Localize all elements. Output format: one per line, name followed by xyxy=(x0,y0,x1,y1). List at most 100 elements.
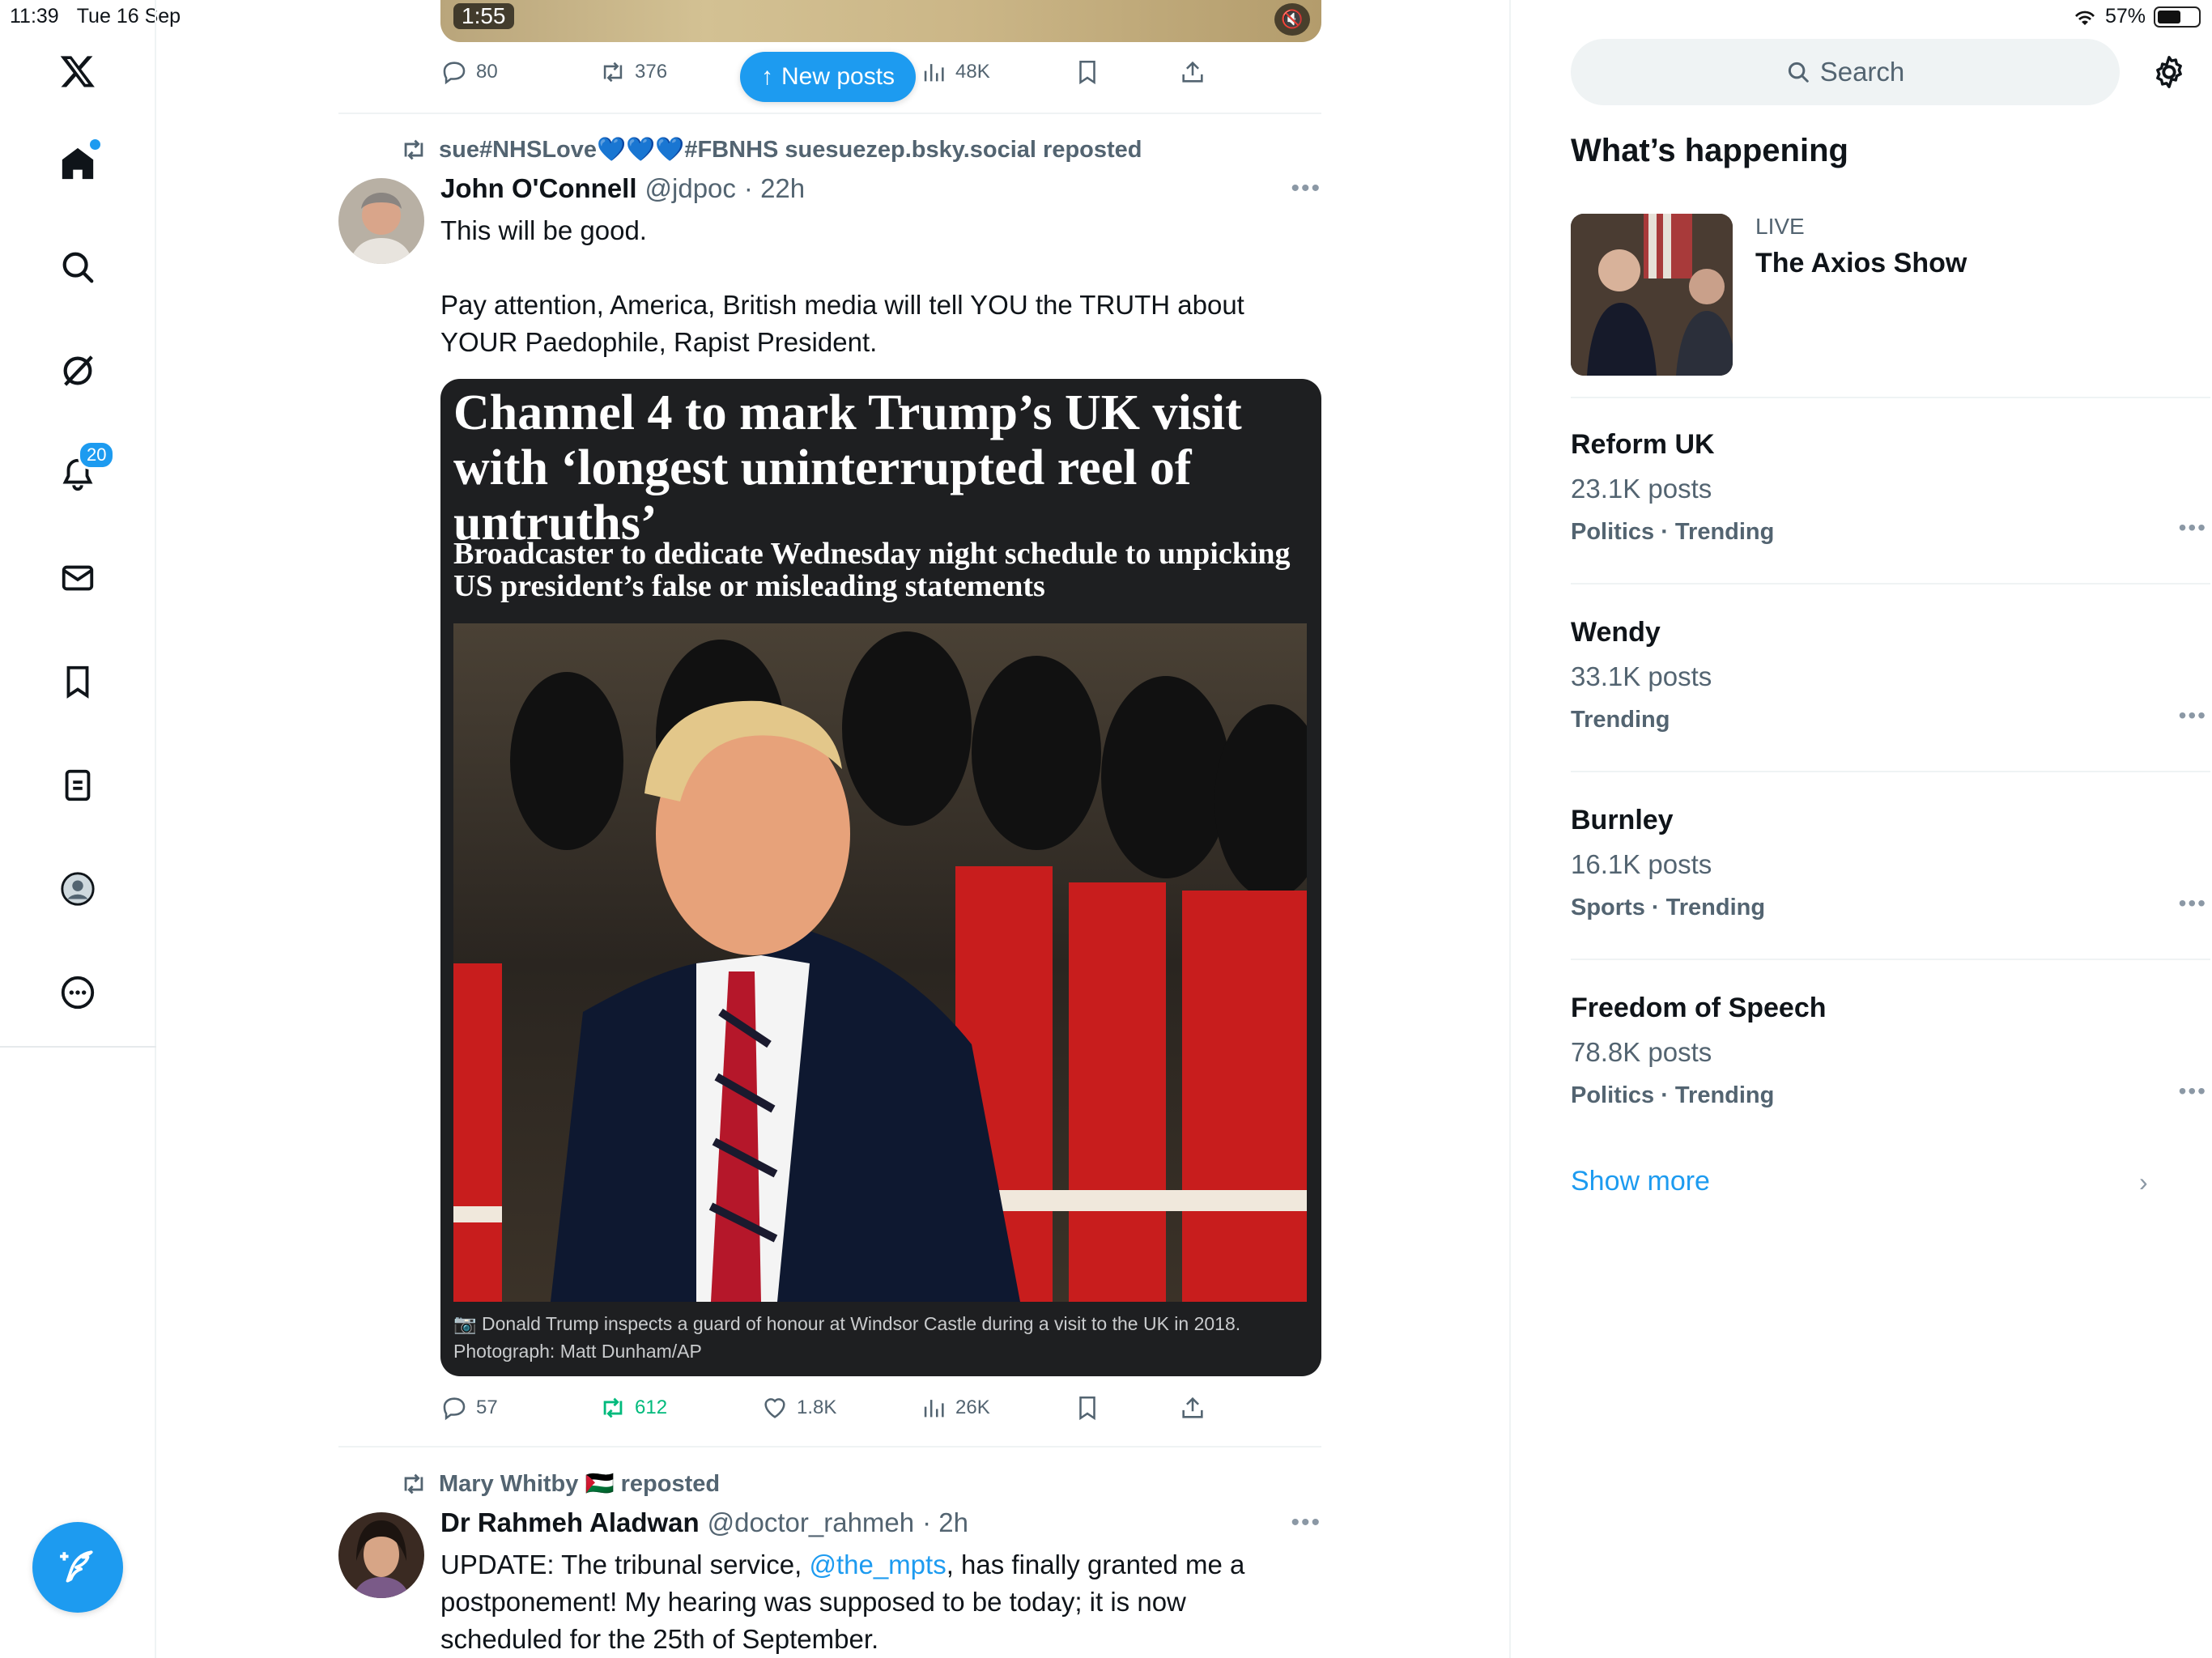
notifications-bell-icon[interactable]: 20 xyxy=(53,440,116,499)
article-image[interactable]: Channel 4 to mark Trump’s UK visit with … xyxy=(440,379,1321,1376)
bookmark-button[interactable] xyxy=(1074,58,1101,86)
trend-item[interactable]: Burnley 16.1K posts Sports · Trending ••… xyxy=(1571,805,2210,921)
lists-icon[interactable] xyxy=(53,761,102,810)
repost-context-text: sue#NHSLove💙💙💙#FBNHS suesuezep.bsky.soci… xyxy=(439,137,1142,163)
more-options-icon[interactable] xyxy=(53,968,102,1017)
views-icon xyxy=(924,1400,944,1418)
bookmark-button[interactable] xyxy=(1074,1394,1101,1422)
views-count: 48K xyxy=(955,61,990,83)
trend-count: 16.1K posts xyxy=(1571,849,1712,879)
post-text: UPDATE: The tribunal service, @the_mpts,… xyxy=(440,1546,1266,1658)
trend-count: 78.8K posts xyxy=(1571,1037,1712,1067)
trend-more-icon[interactable]: ••• xyxy=(2179,703,2207,729)
nav-divider xyxy=(0,1046,156,1048)
trend-name: Wendy xyxy=(1571,617,1661,648)
messages-icon[interactable] xyxy=(53,554,102,602)
trend-more-icon[interactable]: ••• xyxy=(2179,515,2207,541)
search-placeholder: Search xyxy=(1819,57,1905,87)
profile-icon[interactable] xyxy=(53,865,102,913)
repost-icon xyxy=(603,62,623,83)
author-handle[interactable]: @doctor_rahmeh xyxy=(708,1507,914,1538)
article-subheading: Broadcaster to dedicate Wednesday night … xyxy=(453,537,1291,603)
trend-category: Politics · Trending xyxy=(1571,1082,1775,1108)
video-player[interactable]: 1:55 🔇 xyxy=(440,0,1321,42)
show-more-link[interactable]: Show more xyxy=(1571,1166,1710,1197)
post-time[interactable]: · 2h xyxy=(922,1507,968,1538)
post-more-button[interactable]: ••• xyxy=(1291,175,1321,202)
views-button[interactable]: 26K xyxy=(920,1394,990,1422)
trend-category: Trending xyxy=(1571,707,1670,733)
repost-button[interactable]: 376 xyxy=(599,58,667,86)
notifications-badge: 20 xyxy=(78,440,116,470)
bookmarks-icon[interactable] xyxy=(53,657,102,706)
trend-item[interactable]: Reform UK 23.1K posts Politics · Trendin… xyxy=(1571,429,2210,546)
grok-icon[interactable] xyxy=(53,346,102,395)
author-name[interactable]: John O'Connell xyxy=(440,173,637,204)
arrow-up-icon: ↑ xyxy=(761,63,773,90)
trend-item[interactable]: Freedom of Speech 78.8K posts Politics ·… xyxy=(1571,993,2210,1109)
compose-post-button[interactable] xyxy=(32,1522,123,1613)
video-duration: 1:55 xyxy=(453,3,514,29)
trend-name: Burnley xyxy=(1571,805,1674,835)
article-headline: Channel 4 to mark Trump’s UK visit with … xyxy=(453,385,1242,551)
avatar[interactable] xyxy=(338,178,424,264)
post-divider xyxy=(338,113,1321,114)
repost-context-text: Mary Whitby 🇵🇸 reposted xyxy=(439,1471,721,1497)
post-more-button[interactable]: ••• xyxy=(1291,1509,1321,1537)
share-icon xyxy=(1182,1397,1203,1418)
views-count: 26K xyxy=(955,1397,990,1418)
search-icon xyxy=(1788,62,1809,83)
home-icon[interactable] xyxy=(53,139,102,188)
repost-count: 612 xyxy=(635,1397,668,1418)
reply-button[interactable]: 80 xyxy=(440,58,498,86)
compose-feather-icon xyxy=(60,1550,93,1583)
section-title: What’s happening xyxy=(1571,133,1848,168)
search-icon[interactable] xyxy=(53,243,102,291)
gear-icon[interactable] xyxy=(2150,53,2188,91)
new-posts-button[interactable]: ↑ New posts xyxy=(740,52,917,102)
author-name[interactable]: Dr Rahmeh Aladwan xyxy=(440,1507,700,1538)
trend-name: Freedom of Speech xyxy=(1571,993,1827,1023)
repost-icon xyxy=(404,1473,423,1494)
author-handle[interactable]: @jdpoc xyxy=(645,173,736,204)
x-logo-icon[interactable] xyxy=(53,47,102,96)
views-button[interactable]: 48K xyxy=(920,58,990,86)
bookmark-icon xyxy=(1079,60,1095,85)
trend-name: Reform UK xyxy=(1571,429,1715,460)
share-button[interactable] xyxy=(1179,58,1206,86)
live-thumbnail[interactable] xyxy=(1571,214,1733,376)
home-unread-dot xyxy=(90,139,100,150)
like-button[interactable]: 1.8K xyxy=(761,1394,836,1422)
heart-icon xyxy=(764,1398,785,1418)
reply-count: 80 xyxy=(476,61,498,83)
divider xyxy=(1571,771,2210,772)
trend-more-icon[interactable]: ••• xyxy=(2179,891,2207,916)
chevron-right-icon: › xyxy=(2139,1167,2148,1197)
mention-link[interactable]: @the_mpts xyxy=(809,1550,946,1579)
repost-icon xyxy=(603,1397,623,1418)
repost-context[interactable]: Mary Whitby 🇵🇸 reposted xyxy=(400,1470,720,1498)
share-button[interactable] xyxy=(1179,1394,1206,1422)
post-text-line1: This will be good. xyxy=(440,215,647,245)
trend-count: 23.1K posts xyxy=(1571,474,1712,504)
trend-more-icon[interactable]: ••• xyxy=(2179,1078,2207,1104)
views-icon xyxy=(924,64,944,82)
search-input[interactable]: Search xyxy=(1571,39,2120,105)
right-sidebar: Search What’s happening LIVE The Axios S… xyxy=(1509,0,2212,1658)
trend-item[interactable]: Wendy 33.1K posts Trending ••• xyxy=(1571,617,2210,733)
bookmark-icon xyxy=(1079,1396,1095,1421)
reply-button[interactable]: 57 xyxy=(440,1394,498,1422)
repost-button[interactable]: 612 xyxy=(599,1394,667,1422)
live-title[interactable]: The Axios Show xyxy=(1755,248,1967,279)
article-caption: 📷 Donald Trump inspects a guard of honou… xyxy=(453,1310,1312,1365)
post-time[interactable]: · 22h xyxy=(744,173,805,204)
camera-icon: 📷 xyxy=(453,1313,477,1334)
avatar[interactable] xyxy=(338,1512,424,1598)
post-text-start: UPDATE: The tribunal service, xyxy=(440,1550,810,1579)
post-text-line2: Pay attention, America, British media wi… xyxy=(440,290,1244,357)
divider xyxy=(1571,959,2210,960)
post-actions: 57 612 1.8K 26K xyxy=(440,1394,1321,1435)
divider xyxy=(1571,397,2210,398)
repost-context[interactable]: sue#NHSLove💙💙💙#FBNHS suesuezep.bsky.soci… xyxy=(400,136,1142,164)
mute-icon[interactable]: 🔇 xyxy=(1274,3,1310,36)
